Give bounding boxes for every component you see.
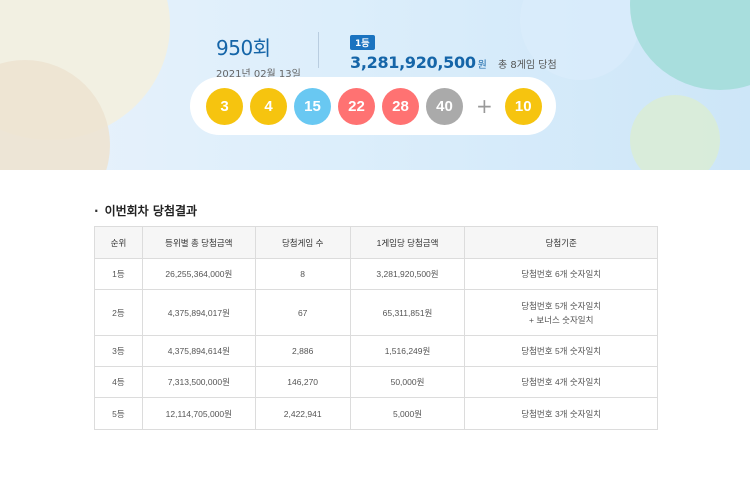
table-row: 4등 7,313,500,000원 146,270 50,000원 당첨번호 4… <box>94 366 658 398</box>
total-prize-cell: 4,375,894,614원 <box>141 335 256 367</box>
draw-result-banner: 950회 2021년 02월 13일 1등 3,281,920,500 원 총 8… <box>0 0 750 170</box>
number-ball: 40 <box>426 87 463 125</box>
table-row: 5등 12,114,705,000원 2,422,941 5,000원 당첨번호… <box>94 397 658 430</box>
rank-cell: 2등 <box>94 289 143 336</box>
per-game-prize-cell: 3,281,920,500원 <box>349 258 466 290</box>
rank-cell: 1등 <box>94 258 143 290</box>
round-info: 950회 2021년 02월 13일 <box>216 32 301 80</box>
column-header: 당첨기준 <box>464 226 658 259</box>
column-header: 당첨게임 수 <box>254 226 351 259</box>
column-header: 순위 <box>94 226 143 259</box>
column-header: 등위별 총 당첨금액 <box>141 226 256 259</box>
bonus-ball: 10 <box>504 87 542 125</box>
winning-games-cell: 8 <box>254 258 351 290</box>
total-prize-cell: 12,114,705,000원 <box>141 397 256 430</box>
criteria-cell: 당첨번호 4개 숫자일치 <box>464 366 658 398</box>
results-table: 순위 등위별 총 당첨금액 당첨게임 수 1게임당 당첨금액 당첨기준 1등 2… <box>94 226 658 430</box>
bullet-icon: · <box>94 204 99 218</box>
criteria-cell: 당첨번호 5개 숫자일치 + 보너스 숫자일치 <box>464 289 658 336</box>
currency-unit: 원 <box>477 60 487 71</box>
section-title: · 이번회차 당첨결과 <box>94 202 197 219</box>
criteria-text: 당첨번호 5개 숫자일치 <box>521 300 602 311</box>
criteria-text: 당첨번호 6개 숫자일치 <box>521 269 602 279</box>
table-header-row: 순위 등위별 총 당첨금액 당첨게임 수 1게임당 당첨금액 당첨기준 <box>94 226 658 259</box>
decorative-shape <box>630 0 750 90</box>
total-prize-cell: 7,313,500,000원 <box>141 366 256 398</box>
criteria-cell: 당첨번호 6개 숫자일치 <box>464 258 658 290</box>
winning-games-cell: 67 <box>254 289 351 336</box>
plus-icon: + <box>476 94 493 118</box>
per-game-prize-cell: 65,311,851원 <box>349 289 466 336</box>
divider <box>318 32 319 68</box>
table-row: 3등 4,375,894,614원 2,886 1,516,249원 당첨번호 … <box>94 335 658 367</box>
criteria-text: 당첨번호 3개 숫자일치 <box>521 408 602 419</box>
decorative-shape <box>630 95 720 170</box>
first-prize-amount: 3,281,920,500 <box>350 53 476 72</box>
criteria-text: 당첨번호 4개 숫자일치 <box>521 377 602 387</box>
table-row: 2등 4,375,894,017원 67 65,311,851원 당첨번호 5개… <box>94 289 658 336</box>
rank-cell: 5등 <box>94 397 143 430</box>
criteria-cell: 당첨번호 5개 숫자일치 <box>464 335 658 367</box>
round-number: 950회 <box>216 36 271 60</box>
table-row: 1등 26,255,364,000원 8 3,281,920,500원 당첨번호… <box>94 258 658 290</box>
rank-cell: 3등 <box>94 335 143 367</box>
per-game-prize-cell: 1,516,249원 <box>349 335 466 367</box>
winning-numbers: 3 4 15 22 28 40 + 10 <box>190 77 556 135</box>
number-ball: 3 <box>206 87 243 125</box>
per-game-prize-cell: 50,000원 <box>349 366 466 398</box>
number-ball: 28 <box>382 87 419 125</box>
rank-cell: 4등 <box>94 366 143 398</box>
column-header: 1게임당 당첨금액 <box>349 226 466 259</box>
number-ball: 22 <box>338 87 375 125</box>
per-game-prize-cell: 5,000원 <box>349 397 466 430</box>
total-prize-cell: 26,255,364,000원 <box>141 258 256 290</box>
winner-count: 총 8게임 당첨 <box>497 60 557 71</box>
winning-games-cell: 2,422,941 <box>254 397 351 430</box>
rank-badge: 1등 <box>350 35 375 50</box>
winning-games-cell: 2,886 <box>254 335 351 367</box>
criteria-text: 당첨번호 5개 숫자일치 <box>521 346 602 356</box>
section-title-text: 이번회차 당첨결과 <box>104 204 198 218</box>
total-prize-cell: 4,375,894,017원 <box>141 289 256 336</box>
criteria-bonus-text: + 보너스 숫자일치 <box>529 314 594 325</box>
number-ball: 15 <box>294 87 331 125</box>
criteria-cell: 당첨번호 3개 숫자일치 <box>464 397 658 430</box>
winning-games-cell: 146,270 <box>254 366 351 398</box>
number-ball: 4 <box>250 87 287 125</box>
first-prize-info: 1등 3,281,920,500 원 총 8게임 당첨 <box>350 31 557 72</box>
